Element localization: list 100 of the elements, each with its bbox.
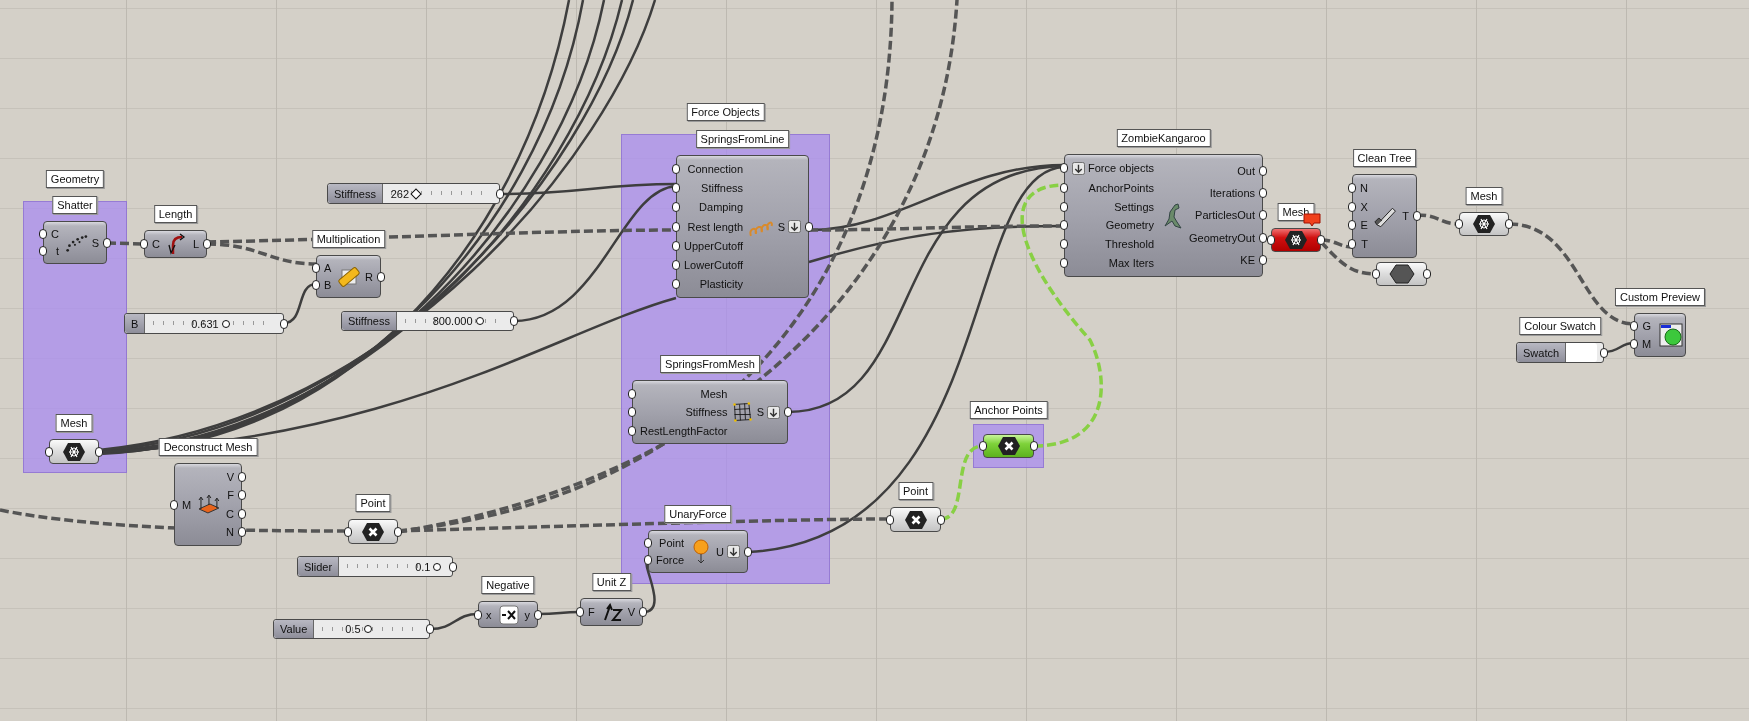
slider-handle[interactable] bbox=[433, 562, 442, 571]
output-grip[interactable] bbox=[426, 624, 434, 634]
output-grip[interactable] bbox=[784, 407, 792, 417]
port-label: C bbox=[51, 227, 59, 240]
node-label: Mesh bbox=[55, 414, 93, 432]
input-grip[interactable] bbox=[39, 228, 47, 239]
input-grip[interactable] bbox=[672, 278, 680, 289]
port-label: Threshold bbox=[1105, 238, 1155, 251]
output-grip[interactable] bbox=[1259, 232, 1267, 243]
output-grip[interactable] bbox=[238, 527, 246, 538]
hexagon-mesh-icon bbox=[62, 441, 86, 462]
port-label: LowerCutoff bbox=[684, 258, 744, 271]
input-grip[interactable] bbox=[140, 239, 148, 249]
input-grip[interactable] bbox=[170, 499, 178, 510]
input-grip[interactable] bbox=[1348, 239, 1356, 250]
output-grip[interactable] bbox=[449, 561, 457, 572]
input-grip[interactable] bbox=[672, 259, 680, 270]
port-label: Geometry bbox=[1105, 219, 1155, 232]
input-grip[interactable] bbox=[644, 537, 652, 548]
hexagon-mesh-icon bbox=[1284, 230, 1308, 250]
slider-name: Stiffness bbox=[342, 312, 397, 330]
output-grip[interactable] bbox=[1259, 166, 1267, 177]
output-grip[interactable] bbox=[1317, 235, 1325, 245]
node-label: Length bbox=[153, 205, 198, 223]
input-grip[interactable] bbox=[672, 221, 680, 232]
input-grip[interactable] bbox=[1348, 220, 1356, 231]
output-grip[interactable] bbox=[1030, 441, 1038, 451]
output-grip[interactable] bbox=[203, 239, 211, 249]
port-label: Stiffness bbox=[701, 182, 744, 195]
slider-value: 0.5 bbox=[345, 623, 361, 635]
port-label: S bbox=[756, 406, 764, 418]
output-grip[interactable] bbox=[95, 446, 103, 457]
input-grip[interactable] bbox=[576, 607, 584, 617]
slider-handle[interactable] bbox=[363, 625, 372, 633]
input-grip[interactable] bbox=[628, 425, 636, 436]
output-grip[interactable] bbox=[1259, 188, 1267, 199]
input-grip[interactable] bbox=[672, 183, 680, 194]
input-grip[interactable] bbox=[672, 164, 680, 175]
output-grip[interactable] bbox=[1259, 254, 1267, 265]
input-grip[interactable] bbox=[474, 609, 482, 620]
output-grip[interactable] bbox=[394, 526, 402, 537]
output-grip[interactable] bbox=[639, 607, 647, 617]
output-grip[interactable] bbox=[377, 271, 385, 282]
port-label: T bbox=[1402, 210, 1409, 222]
output-grip[interactable] bbox=[1505, 219, 1513, 229]
input-grip[interactable] bbox=[1348, 201, 1356, 212]
input-grip[interactable] bbox=[312, 280, 320, 291]
slider-value: 0.631 bbox=[191, 317, 219, 330]
input-grip[interactable] bbox=[1348, 182, 1356, 193]
input-grip[interactable] bbox=[979, 441, 987, 451]
output-grip[interactable] bbox=[744, 546, 752, 557]
output-grip[interactable] bbox=[1259, 210, 1267, 221]
output-grip[interactable] bbox=[805, 221, 813, 232]
input-grip[interactable] bbox=[1267, 235, 1275, 245]
output-grip[interactable] bbox=[937, 514, 945, 525]
port-label: Out bbox=[1237, 165, 1255, 178]
input-grip[interactable] bbox=[628, 407, 636, 417]
node-label: SpringsFromLine bbox=[695, 130, 790, 148]
output-grip[interactable] bbox=[238, 508, 246, 519]
input-grip[interactable] bbox=[672, 240, 680, 251]
group-label: Geometry bbox=[45, 170, 105, 188]
output-grip[interactable] bbox=[1423, 269, 1431, 279]
output-grip[interactable] bbox=[510, 316, 518, 326]
output-grip[interactable] bbox=[280, 318, 288, 329]
output-grip[interactable] bbox=[1413, 211, 1421, 221]
input-grip[interactable] bbox=[644, 555, 652, 566]
input-grip[interactable] bbox=[886, 514, 894, 525]
hexagon-cross-icon bbox=[903, 509, 928, 530]
input-grip[interactable] bbox=[1455, 219, 1463, 229]
output-grip[interactable] bbox=[534, 609, 542, 620]
input-grip[interactable] bbox=[1060, 239, 1068, 250]
input-grip[interactable] bbox=[1060, 182, 1068, 193]
port-label: S bbox=[777, 220, 785, 233]
input-grip[interactable] bbox=[1372, 269, 1380, 279]
port-label: C bbox=[152, 238, 160, 250]
slider-handle[interactable] bbox=[475, 317, 484, 325]
slider-handle[interactable] bbox=[221, 319, 230, 328]
input-grip[interactable] bbox=[344, 526, 352, 537]
hexagon-cross-icon bbox=[361, 521, 385, 542]
input-grip[interactable] bbox=[1060, 201, 1068, 212]
input-grip[interactable] bbox=[45, 446, 53, 457]
input-grip[interactable] bbox=[312, 262, 320, 273]
output-grip[interactable] bbox=[496, 188, 504, 199]
output-grip[interactable] bbox=[238, 490, 246, 501]
node-label: Colour Swatch bbox=[1519, 317, 1601, 335]
input-grip[interactable] bbox=[1060, 163, 1068, 174]
input-grip[interactable] bbox=[39, 246, 47, 257]
port-label: V bbox=[226, 470, 234, 483]
port-label: F bbox=[588, 606, 595, 618]
port-label: AnchorPoints bbox=[1088, 181, 1155, 194]
port-label: F bbox=[227, 489, 234, 502]
port-label: X bbox=[1360, 200, 1368, 213]
output-grip[interactable] bbox=[238, 471, 246, 482]
input-grip[interactable] bbox=[1060, 258, 1068, 269]
output-grip[interactable] bbox=[103, 237, 111, 248]
input-grip[interactable] bbox=[672, 202, 680, 213]
port-label: Stiffness bbox=[685, 406, 728, 418]
input-grip[interactable] bbox=[628, 388, 636, 399]
output-grip[interactable] bbox=[1600, 347, 1608, 358]
input-grip[interactable] bbox=[1060, 220, 1068, 231]
